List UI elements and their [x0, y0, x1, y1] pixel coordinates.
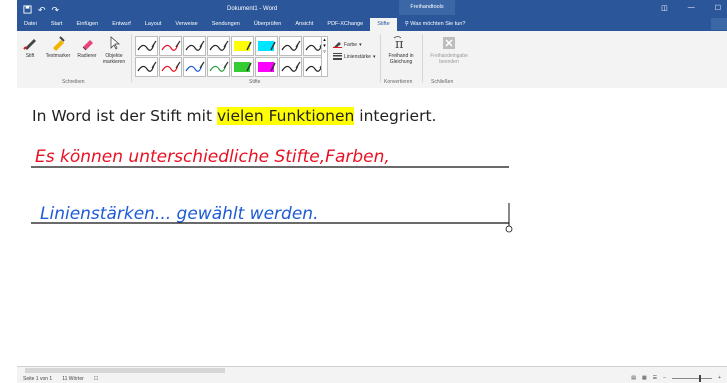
tab-pdf-xchange[interactable]: PDF-XChange	[320, 18, 370, 31]
handwriting-line-2: Linienstärken... gewählt werden.	[40, 204, 318, 224]
group-separator	[422, 34, 423, 82]
group-separator	[131, 34, 132, 82]
pen-tool-button[interactable]: Stift	[20, 33, 40, 59]
title-bar: ↶ ↷ Dokument1 - Word Freihandtools ◫ — ☐…	[17, 0, 727, 31]
close-icon	[425, 33, 473, 53]
tab-ansicht[interactable]: Ansicht	[288, 18, 320, 31]
status-left: Seite 1 von 1 11 Wörter ☐	[23, 376, 98, 382]
tab-ueberpruefen[interactable]: Überprüfen	[247, 18, 289, 31]
word-window: ↶ ↷ Dokument1 - Word Freihandtools ◫ — ☐…	[17, 0, 727, 383]
redo-icon[interactable]: ↷	[52, 5, 60, 16]
tell-me-text: Was möchten Sie tun?	[410, 21, 466, 27]
tab-sendungen[interactable]: Sendungen	[205, 18, 247, 31]
zoom-slider[interactable]	[672, 374, 713, 382]
pen-swatch[interactable]	[135, 36, 158, 56]
pen-color-button[interactable]: Farbe ▾	[333, 40, 362, 50]
select-objects-label-2: markieren	[102, 59, 126, 65]
group-label-stifte: Stifte	[249, 79, 261, 85]
tab-verweise[interactable]: Verweise	[168, 18, 204, 31]
group-separator	[380, 34, 381, 82]
ribbon: Stift Textmarker Radierer Objekte markie…	[17, 31, 727, 89]
group-label-schliessen: Schließen	[431, 79, 454, 85]
tab-stifte[interactable]: Stifte	[370, 18, 397, 31]
maximize-button[interactable]: ☐	[715, 4, 721, 12]
pen-gallery	[135, 36, 326, 77]
pen-color-label: Farbe	[344, 42, 358, 48]
tab-datei[interactable]: Datei	[17, 18, 44, 31]
lightbulb-icon: ⚲	[404, 21, 409, 27]
account-button[interactable]	[711, 18, 727, 30]
pen-swatch[interactable]	[207, 36, 230, 56]
close-ink-tools-button[interactable]: Freihandeingabe beenden	[425, 33, 473, 65]
pen-gallery-scroll[interactable]: ▴ ▾ ▿	[321, 36, 328, 77]
read-mode-icon[interactable]: ▤	[631, 375, 636, 381]
zoom-out-icon[interactable]: −	[663, 375, 666, 381]
ribbon-tabs: Datei Start Einfügen Entwurf Layout Verw…	[17, 18, 465, 31]
tab-entwurf[interactable]: Entwurf	[105, 18, 138, 31]
highlighter-tool-label: Textmarker	[45, 53, 71, 59]
quick-access-toolbar: ↶ ↷	[23, 5, 59, 16]
pen-swatch[interactable]	[255, 36, 278, 56]
zoom-in-icon[interactable]: +	[718, 375, 721, 381]
print-layout-icon[interactable]: ▦	[642, 375, 647, 381]
ink-layer: Es können unterschiedliche Stifte,Farben…	[31, 147, 513, 233]
status-right: ▤ ▦ ☰ − +	[631, 374, 721, 382]
pi-math-icon: π	[383, 33, 419, 53]
pen-swatch[interactable]	[183, 36, 206, 56]
ribbon-display-options-button[interactable]: ◫	[661, 4, 668, 12]
highlighter-icon	[42, 33, 74, 53]
eraser-tool-label: Radierer	[77, 53, 97, 59]
status-bar: Seite 1 von 1 11 Wörter ☐ ▤ ▦ ☰ − +	[17, 374, 727, 383]
tell-me-search[interactable]: ⚲ Was möchten Sie tun?	[397, 18, 466, 31]
pen-tool-label: Stift	[25, 53, 35, 59]
pen-swatch[interactable]	[159, 36, 182, 56]
pen-swatch[interactable]	[255, 57, 278, 77]
select-objects-button[interactable]: Objekte markieren	[100, 33, 128, 65]
tab-start[interactable]: Start	[44, 18, 70, 31]
word-count[interactable]: 11 Wörter	[62, 376, 84, 382]
pen-swatch[interactable]	[279, 57, 302, 77]
pen-swatch[interactable]	[231, 36, 254, 56]
web-layout-icon[interactable]: ☰	[653, 375, 657, 381]
ink-to-math-button[interactable]: π Freihand in Gleichung	[383, 33, 419, 65]
cursor-arrow-icon	[100, 33, 128, 53]
proofing-icon[interactable]: ☐	[94, 376, 98, 382]
pen-icon	[20, 33, 40, 53]
pen-swatch[interactable]	[279, 36, 302, 56]
scrollbar-thumb[interactable]	[25, 368, 225, 373]
close-ink-label-2: beenden	[439, 59, 459, 65]
tab-einfuegen[interactable]: Einfügen	[69, 18, 105, 31]
context-tab-group-label: Freihandtools	[399, 0, 455, 15]
pen-swatch[interactable]	[207, 57, 230, 77]
eraser-icon	[75, 33, 99, 53]
highlighter-tool-button[interactable]: Textmarker	[42, 33, 74, 59]
pen-swatch[interactable]	[135, 57, 158, 77]
zoom-slider-thumb[interactable]	[699, 374, 702, 382]
ink-to-math-label-2: Gleichung	[389, 59, 413, 65]
pen-swatch[interactable]	[183, 57, 206, 77]
color-icon	[333, 40, 342, 50]
chevron-down-icon: ▾	[359, 42, 362, 48]
undo-icon[interactable]: ↶	[38, 5, 46, 16]
ink-selection-handle[interactable]	[505, 225, 513, 233]
pen-thickness-label: Linienstärke	[344, 54, 371, 60]
page-count[interactable]: Seite 1 von 1	[23, 376, 52, 382]
pen-swatch[interactable]	[231, 57, 254, 77]
eraser-tool-button[interactable]: Radierer	[75, 33, 99, 59]
pen-thickness-button[interactable]: Linienstärke ▾	[333, 52, 375, 62]
chevron-down-icon: ▾	[372, 54, 376, 60]
document-canvas[interactable]: In Word ist der Stift mit vielen Funktio…	[17, 88, 727, 366]
tab-layout[interactable]: Layout	[138, 18, 169, 31]
group-label-schreiben: Schreiben	[62, 79, 85, 85]
thickness-icon	[333, 52, 342, 62]
handwriting-line-1: Es können unterschiedliche Stifte,Farben…	[35, 147, 390, 167]
document-title: Dokument1 - Word	[227, 6, 278, 12]
minimize-button[interactable]: —	[688, 4, 695, 12]
window-controls: ◫ — ☐	[661, 4, 721, 12]
save-icon[interactable]	[23, 5, 32, 16]
pen-swatch[interactable]	[159, 57, 182, 77]
group-label-konvertieren: Konvertieren	[384, 79, 413, 85]
svg-text:π: π	[395, 37, 404, 52]
